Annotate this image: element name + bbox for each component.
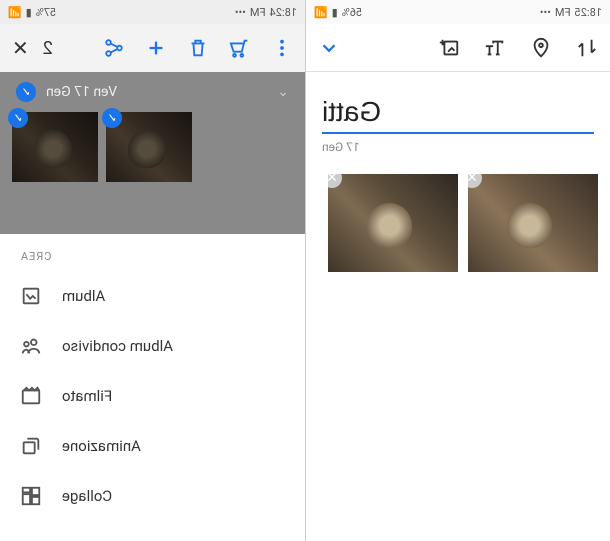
sheet-item-label: Album condiviso	[62, 337, 173, 355]
sheet-title: CREA	[0, 250, 305, 271]
toolbar-right: 2 ✕	[0, 24, 305, 72]
photo-grid: ✕ ✕	[306, 162, 610, 284]
album-title-input[interactable]	[322, 92, 594, 134]
date-row[interactable]: ⌄ Ven 17 Gen ✓	[0, 72, 305, 112]
sheet-item-album[interactable]: Album	[0, 271, 305, 321]
add-photo-icon[interactable]	[438, 37, 460, 59]
status-battery: 56%	[342, 6, 362, 19]
trash-icon[interactable]	[187, 37, 209, 59]
album-icon	[20, 285, 42, 307]
photo-item[interactable]: ✕	[468, 174, 598, 272]
album-date: 17 Gen	[322, 140, 594, 154]
add-icon[interactable]	[145, 37, 167, 59]
thumb-item[interactable]: ✓	[12, 112, 98, 182]
expand-icon[interactable]	[318, 37, 340, 59]
sheet-item-collage[interactable]: Collage	[0, 471, 305, 521]
status-time: 18:25	[575, 6, 602, 19]
location-icon[interactable]	[530, 37, 552, 59]
chevron-down-icon: ⌄	[277, 84, 289, 100]
cart-icon[interactable]	[229, 37, 251, 59]
shared-album-icon	[20, 335, 42, 357]
status-bar-right: 18:24 FM ••• 57% ▮📶	[0, 0, 305, 24]
sheet-item-animation[interactable]: Animazione	[0, 421, 305, 471]
check-icon[interactable]: ✓	[8, 108, 28, 128]
sort-icon[interactable]	[576, 37, 598, 59]
status-time: 18:24	[270, 6, 297, 19]
status-fm: FM	[250, 6, 266, 19]
selection-count: 2	[43, 38, 53, 59]
photo-item[interactable]: ✕	[328, 174, 458, 272]
toolbar-left	[306, 24, 610, 72]
share-icon[interactable]	[103, 37, 125, 59]
thumb-item[interactable]: ✓	[106, 112, 192, 182]
check-icon[interactable]: ✓	[102, 108, 122, 128]
sheet-item-label: Album	[62, 287, 105, 305]
overflow-icon[interactable]	[271, 37, 293, 59]
status-fm: FM	[555, 6, 571, 19]
text-icon[interactable]	[484, 37, 506, 59]
check-icon[interactable]: ✓	[16, 82, 36, 102]
create-sheet: CREA Album Album condiviso Filmato	[0, 234, 305, 541]
movie-icon	[20, 385, 42, 407]
date-label: Ven 17 Gen	[46, 84, 117, 100]
sheet-item-label: Collage	[62, 487, 112, 505]
status-battery: 57%	[36, 6, 56, 19]
sheet-item-label: Filmato	[62, 387, 112, 405]
thumb-row: ✓ ✓	[0, 112, 305, 182]
collage-icon	[20, 485, 42, 507]
close-icon[interactable]: ✕	[12, 36, 29, 60]
sheet-item-movie[interactable]: Filmato	[0, 371, 305, 421]
sheet-item-shared-album[interactable]: Album condiviso	[0, 321, 305, 371]
sheet-item-label: Animazione	[62, 437, 141, 455]
animation-icon	[20, 435, 42, 457]
status-bar-left: 18:25 FM ••• 56% ▮📶	[306, 0, 610, 24]
